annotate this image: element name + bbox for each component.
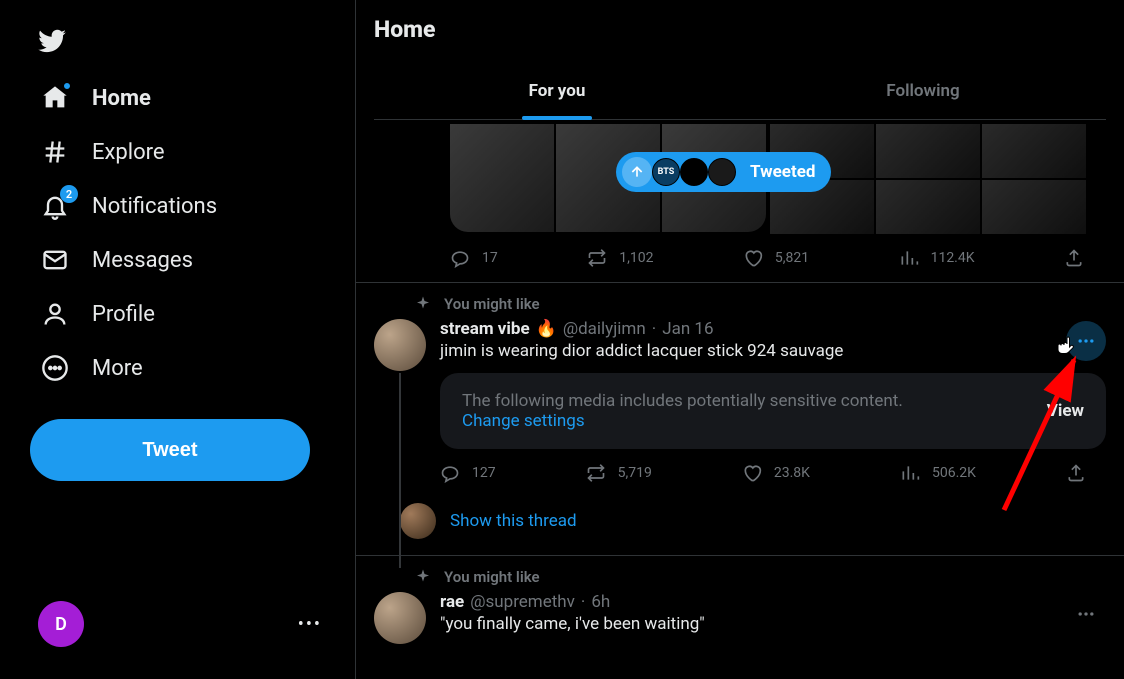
change-settings-link[interactable]: Change settings: [462, 411, 903, 431]
tweet-more-button[interactable]: [1066, 594, 1106, 634]
hash-icon: [40, 137, 70, 167]
ellipsis-icon: •••: [298, 614, 322, 635]
retweet-count: 1,102: [619, 250, 653, 266]
like-button[interactable]: 5,821: [743, 248, 809, 268]
tweet[interactable]: You might like stream vibe 🔥 @dailyjimn …: [356, 283, 1124, 556]
person-icon: [40, 299, 70, 329]
more-circle-icon: [40, 353, 70, 383]
author-name[interactable]: rae: [440, 592, 464, 612]
context-text: You might like: [444, 568, 540, 586]
timeline-feed: BTS Tweeted 17 1,102 5,821 112.4K: [356, 120, 1124, 644]
nav-home-label: Home: [92, 86, 151, 111]
new-tweets-pill[interactable]: BTS Tweeted: [616, 152, 831, 192]
nav-notifications[interactable]: 2 Notifications: [30, 179, 237, 233]
retweet-button[interactable]: 1,102: [587, 248, 653, 268]
nav-notifications-label: Notifications: [92, 194, 217, 219]
account-switcher[interactable]: D •••: [30, 593, 330, 655]
page-title: Home: [374, 16, 1106, 43]
nav-home[interactable]: Home: [30, 71, 171, 125]
tweet-actions: 17 1,102 5,821 112.4K: [356, 234, 1124, 283]
sensitive-message: The following media includes potentially…: [462, 391, 903, 411]
nav-more[interactable]: More: [30, 341, 163, 395]
like-count: 5,821: [775, 250, 809, 266]
reply-count: 17: [482, 250, 498, 266]
like-button[interactable]: 23.8K: [742, 463, 810, 483]
sensitive-content-warning: The following media includes potentially…: [440, 373, 1106, 449]
tweet-button[interactable]: Tweet: [30, 419, 310, 481]
views-button[interactable]: 506.2K: [900, 463, 976, 483]
arrow-up-icon: [622, 157, 652, 187]
show-thread-link[interactable]: Show this thread: [450, 511, 577, 531]
twitter-logo[interactable]: [30, 18, 75, 63]
author-avatar[interactable]: [374, 319, 426, 371]
notifications-badge: 2: [60, 185, 78, 203]
view-count: 506.2K: [932, 465, 976, 481]
tab-for-you[interactable]: For you: [374, 63, 740, 119]
thread-avatar[interactable]: [400, 503, 436, 539]
media-thumbnail[interactable]: [982, 180, 1086, 234]
media-thumbnail[interactable]: [876, 180, 980, 234]
tweet-time[interactable]: Jan 16: [662, 319, 713, 339]
media-thumbnail[interactable]: [876, 124, 980, 178]
nav-messages[interactable]: Messages: [30, 233, 213, 287]
thread-connector: [399, 373, 401, 568]
home-icon: [40, 83, 70, 113]
view-button[interactable]: View: [1047, 401, 1084, 421]
nav-messages-label: Messages: [92, 248, 193, 273]
envelope-icon: [40, 245, 70, 275]
pill-avatar: [708, 158, 736, 186]
nav-explore[interactable]: Explore: [30, 125, 185, 179]
separator: ·: [581, 592, 585, 612]
author-handle[interactable]: @supremethv: [470, 592, 575, 612]
media-thumbnail[interactable]: [982, 124, 1086, 178]
header: Home For you Following: [356, 0, 1124, 120]
like-count: 23.8K: [774, 465, 810, 481]
media-thumbnail[interactable]: [450, 124, 554, 232]
retweet-count: 5,719: [618, 465, 652, 481]
nav-more-label: More: [92, 356, 143, 381]
nav-explore-label: Explore: [92, 140, 165, 165]
tab-following[interactable]: Following: [740, 63, 1106, 119]
bell-icon: 2: [40, 191, 70, 221]
author-avatar[interactable]: [374, 592, 426, 644]
reply-button[interactable]: 17: [450, 248, 498, 268]
pill-avatar: [680, 158, 708, 186]
sparkle-icon: [414, 295, 432, 313]
views-button[interactable]: 112.4K: [899, 248, 975, 268]
nav-profile-label: Profile: [92, 302, 155, 327]
home-badge-dot: [62, 81, 72, 91]
sparkle-icon: [414, 568, 432, 586]
tweet-more-button[interactable]: [1066, 321, 1106, 361]
tweet-media-grid[interactable]: BTS Tweeted: [356, 124, 1124, 234]
author-handle[interactable]: @dailyjimn: [563, 319, 646, 339]
sidebar: Home Explore 2 Notifications Messages Pr…: [0, 0, 356, 679]
context-label: You might like: [414, 568, 1106, 586]
timeline-tabs: For you Following: [374, 63, 1106, 120]
pill-label: Tweeted: [750, 162, 815, 182]
share-button[interactable]: [1066, 463, 1086, 483]
nav-profile[interactable]: Profile: [30, 287, 175, 341]
context-label: You might like: [414, 295, 1106, 313]
tweet-text: "you finally came, i've been waiting": [440, 614, 1106, 634]
reply-button[interactable]: 127: [440, 463, 496, 483]
main-column: Home For you Following: [356, 0, 1124, 679]
tweet-text: jimin is wearing dior addict lacquer sti…: [440, 341, 1106, 361]
tweet-time[interactable]: 6h: [591, 592, 610, 612]
author-name[interactable]: stream vibe: [440, 319, 530, 339]
account-avatar: D: [38, 601, 84, 647]
separator: ·: [652, 319, 656, 339]
view-count: 112.4K: [931, 250, 975, 266]
pill-avatar: BTS: [652, 158, 680, 186]
reply-count: 127: [472, 465, 496, 481]
context-text: You might like: [444, 295, 540, 313]
retweet-button[interactable]: 5,719: [586, 463, 652, 483]
share-button[interactable]: [1064, 248, 1084, 268]
name-emoji: 🔥: [536, 319, 557, 339]
tweet[interactable]: You might like rae @supremethv · 6h "you…: [356, 556, 1124, 644]
